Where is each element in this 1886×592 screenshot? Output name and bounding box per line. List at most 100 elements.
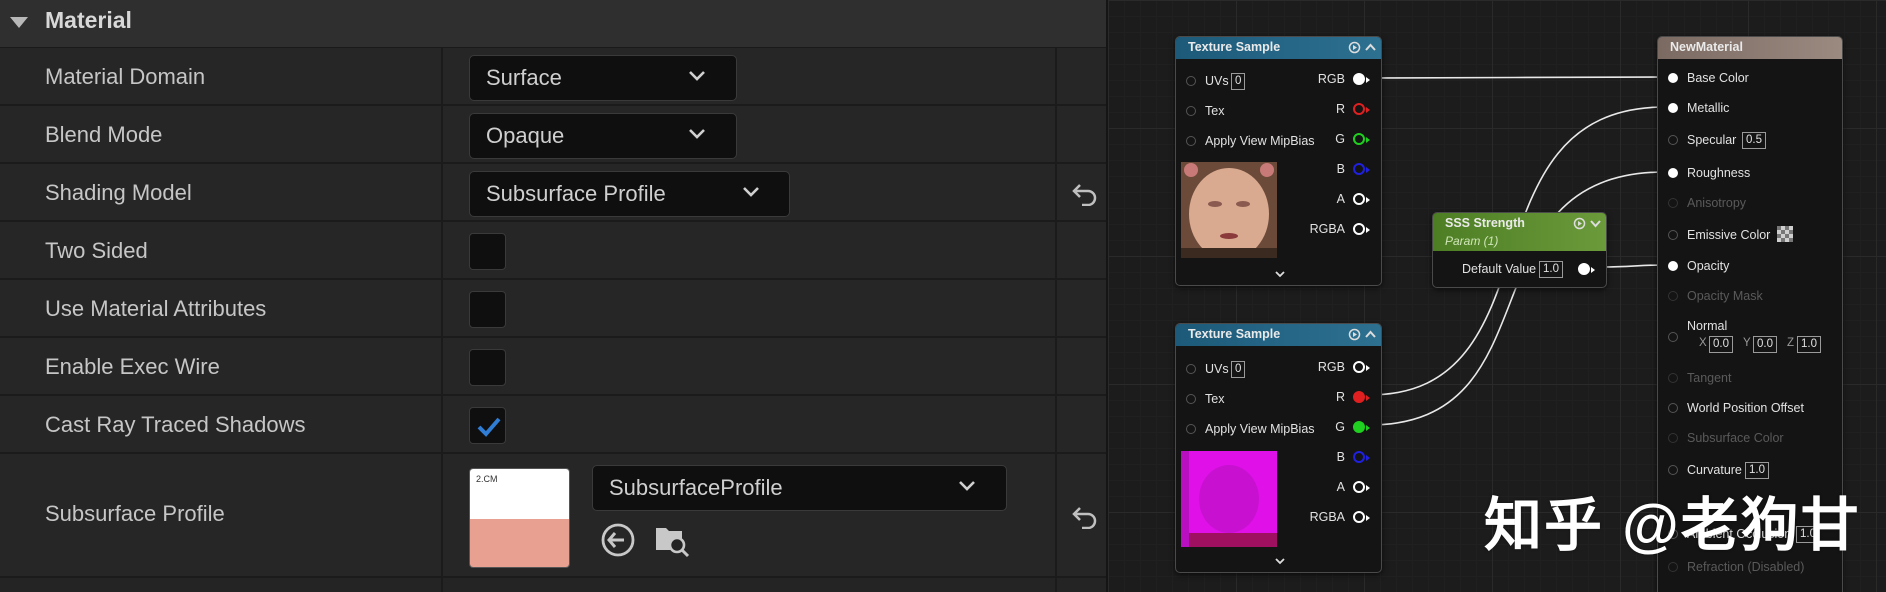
collapse-icon[interactable]	[1589, 217, 1602, 230]
use-material-attributes-checkbox[interactable]	[469, 291, 506, 328]
pin-uvs[interactable]	[1186, 76, 1196, 86]
pin-out-value[interactable]	[1578, 263, 1595, 275]
pin-label: Specular	[1687, 133, 1737, 147]
use-selected-icon[interactable]	[598, 520, 638, 560]
pin-opacity[interactable]	[1668, 261, 1678, 271]
pin-out-rgba[interactable]	[1353, 223, 1370, 235]
pin-roughness[interactable]	[1668, 168, 1678, 178]
pin-label: Curvature	[1687, 463, 1742, 477]
node-title: Texture Sample	[1188, 40, 1281, 54]
pin-label: B	[1336, 450, 1345, 464]
two-sided-checkbox[interactable]	[469, 233, 506, 270]
sss-strength-param-node[interactable]: SSS Strength Param (1) Default Value 1.0	[1432, 212, 1607, 288]
pin-world-position-offset[interactable]	[1668, 403, 1678, 413]
pin-tex[interactable]	[1186, 394, 1196, 404]
enable-exec-wire-checkbox[interactable]	[469, 349, 506, 386]
pin-normal[interactable]	[1668, 332, 1678, 342]
pin-label: R	[1335, 102, 1345, 116]
color-swatch-icon[interactable]	[1777, 226, 1793, 242]
pin-out-b[interactable]	[1353, 451, 1370, 463]
specular-value[interactable]: 0.5	[1742, 132, 1766, 149]
pin-out-a[interactable]	[1353, 481, 1370, 493]
dropdown-value: SubsurfaceProfile	[609, 475, 783, 500]
texture-sample-node-1[interactable]: Texture Sample UVs 0 Tex Apply View MipB…	[1175, 36, 1382, 286]
pin-specular[interactable]	[1668, 135, 1678, 145]
property-row-two-sided: Two Sided	[0, 222, 1106, 280]
reset-to-default-icon[interactable]	[1070, 505, 1098, 529]
node-subtitle: Param (1)	[1445, 234, 1499, 248]
material-section-header[interactable]: Material	[0, 0, 1106, 48]
pin-label: G	[1335, 420, 1345, 434]
pin-out-g[interactable]	[1353, 133, 1370, 145]
pin-out-b[interactable]	[1353, 163, 1370, 175]
preview-toggle-icon[interactable]	[1573, 217, 1586, 230]
property-label: Cast Ray Traced Shadows	[45, 412, 306, 437]
pin-label: World Position Offset	[1687, 401, 1804, 415]
material-domain-dropdown[interactable]: Surface	[469, 55, 737, 101]
property-label: Enable Exec Wire	[45, 354, 220, 379]
expand-chevron-icon[interactable]	[1273, 269, 1287, 279]
shading-model-dropdown[interactable]: Subsurface Profile	[469, 171, 790, 217]
texture-sample-node-2[interactable]: Texture Sample UVs 0 Tex Apply View MipB…	[1175, 323, 1382, 573]
expand-chevron-icon[interactable]	[1273, 556, 1287, 566]
pin-uvs[interactable]	[1186, 364, 1196, 374]
pin-label: RGB	[1317, 72, 1345, 86]
pin-out-r[interactable]	[1353, 391, 1370, 403]
default-value-field[interactable]: 1.0	[1539, 261, 1563, 278]
property-label: Subsurface Profile	[45, 501, 225, 526]
pin-out-rgb[interactable]	[1353, 361, 1370, 373]
pin-tangent	[1668, 373, 1678, 383]
collapse-icon[interactable]	[1364, 328, 1377, 341]
node-header[interactable]: Texture Sample	[1176, 37, 1381, 59]
section-title: Material	[45, 7, 132, 33]
pin-base-color[interactable]	[1668, 73, 1678, 83]
column-divider	[441, 48, 443, 592]
mask-texture-preview	[1181, 451, 1277, 547]
normal-z-value[interactable]: 1.0	[1797, 336, 1821, 353]
thumbnail-swatch	[470, 519, 569, 567]
pin-metallic[interactable]	[1668, 103, 1678, 113]
pin-opacity-mask	[1668, 291, 1678, 301]
pin-label: UVs	[1205, 74, 1229, 88]
normal-y-value[interactable]: 0.0	[1753, 336, 1777, 353]
property-label: Two Sided	[45, 238, 148, 263]
subsurface-profile-thumbnail[interactable]: 2.CM	[469, 468, 570, 568]
pin-out-rgba[interactable]	[1353, 511, 1370, 523]
column-divider	[1055, 48, 1057, 592]
reset-to-default-icon[interactable]	[1070, 182, 1098, 206]
dropdown-value: Opaque	[486, 123, 565, 148]
browse-asset-icon[interactable]	[652, 520, 692, 560]
node-header[interactable]: Texture Sample	[1176, 324, 1381, 346]
preview-toggle-icon[interactable]	[1348, 41, 1361, 54]
node-header[interactable]: SSS Strength Param (1)	[1433, 213, 1606, 251]
pin-out-g[interactable]	[1353, 421, 1370, 433]
pin-apply-view-mipbias[interactable]	[1186, 424, 1196, 434]
curvature-value[interactable]: 1.0	[1745, 462, 1769, 479]
node-header[interactable]: NewMaterial	[1658, 37, 1842, 59]
cast-ray-traced-shadows-checkbox[interactable]	[469, 407, 506, 444]
dropdown-value: Subsurface Profile	[486, 181, 666, 206]
pin-label: A	[1336, 192, 1345, 206]
pin-tex[interactable]	[1186, 106, 1196, 116]
collapse-icon[interactable]	[1364, 41, 1377, 54]
pin-out-rgb[interactable]	[1353, 73, 1370, 85]
pin-apply-view-mipbias[interactable]	[1186, 136, 1196, 146]
chevron-down-icon	[959, 481, 975, 491]
pin-label: Refraction (Disabled)	[1687, 560, 1805, 574]
preview-toggle-icon[interactable]	[1348, 328, 1361, 341]
blend-mode-dropdown[interactable]: Opaque	[469, 113, 737, 159]
property-row-cast-ray-traced-shadows: Cast Ray Traced Shadows	[0, 396, 1106, 454]
pin-curvature[interactable]	[1668, 465, 1678, 475]
pin-label: Opacity	[1687, 259, 1730, 273]
uvs-value[interactable]: 0	[1231, 73, 1246, 90]
pin-emissive-color[interactable]	[1668, 230, 1678, 240]
normal-z-label: Z	[1787, 337, 1795, 349]
face-texture-preview	[1181, 162, 1277, 258]
uvs-value[interactable]: 0	[1231, 361, 1246, 378]
pin-out-r[interactable]	[1353, 103, 1370, 115]
pin-label: G	[1335, 132, 1345, 146]
collapse-arrow-icon[interactable]	[10, 17, 28, 28]
subsurface-profile-asset-picker[interactable]: SubsurfaceProfile	[592, 465, 1007, 511]
pin-out-a[interactable]	[1353, 193, 1370, 205]
normal-x-value[interactable]: 0.0	[1709, 336, 1733, 353]
